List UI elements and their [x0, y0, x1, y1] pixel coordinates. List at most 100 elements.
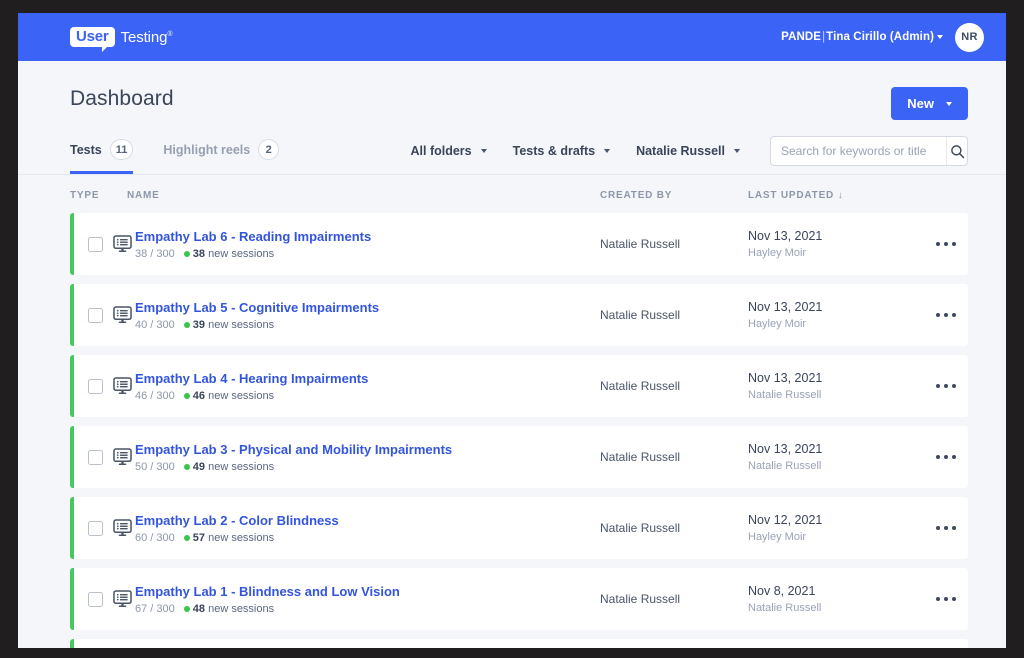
- app-viewport: User Testing® PANDE|Tina Cirillo (Admin)…: [18, 13, 1006, 648]
- row-new-sessions: 39 new sessions: [183, 319, 274, 331]
- table-row[interactable]: Empathy Lab 2 - Color Blindness 60 / 300…: [70, 497, 968, 559]
- row-type-cell: [70, 306, 132, 324]
- tab-tests-label: Tests: [70, 142, 102, 157]
- chevron-down-icon: [480, 149, 487, 153]
- row-type-cell: [70, 448, 132, 466]
- row-name-cell: Empathy Lab 5 - Cognitive Impairments 40…: [127, 299, 600, 332]
- row-actions-button[interactable]: [924, 596, 968, 602]
- test-name-link[interactable]: Empathy Lab 1 - Blindness and Low Vision: [135, 583, 600, 601]
- row-updated-by: Hayley Moir: [748, 531, 807, 543]
- row-created-by: Natalie Russell: [600, 308, 681, 322]
- test-name-link[interactable]: Empathy Lab 2 - Color Blindness: [135, 512, 600, 530]
- search-icon: [950, 144, 964, 158]
- row-meta: 67 / 300 48 new sessions: [135, 603, 600, 615]
- logo-bubble-text: User: [70, 27, 115, 52]
- filter-group: All folders Tests & drafts Natalie Russe…: [411, 136, 968, 174]
- row-actions-button[interactable]: [924, 525, 968, 531]
- row-created-by: Natalie Russell: [600, 521, 681, 535]
- search-button[interactable]: [946, 137, 967, 165]
- table-row[interactable]: Empathy Lab 4 - Hearing Impairments 46 /…: [70, 355, 968, 417]
- status-dot-icon: [183, 535, 190, 542]
- row-actions-button[interactable]: [924, 241, 968, 247]
- row-updated-by: Natalie Russell: [748, 389, 822, 401]
- filter-tests-and-drafts[interactable]: Tests & drafts: [513, 144, 611, 158]
- status-dot-icon: [183, 322, 190, 329]
- row-updated-date: Nov 13, 2021: [748, 300, 823, 314]
- row-new-sessions: 49 new sessions: [183, 461, 274, 473]
- row-actions-button[interactable]: [924, 454, 968, 460]
- filter-all-folders[interactable]: All folders: [411, 144, 487, 158]
- column-header-last-updated[interactable]: LAST UPDATED ↓: [748, 190, 924, 201]
- row-name-cell: Empathy Lab 3 - Physical and Mobility Im…: [127, 441, 600, 474]
- more-options-icon: [935, 596, 957, 602]
- table-row[interactable]: Empathy Lab 6 - Reading Impairments 38 /…: [70, 213, 968, 275]
- account-user: Tina Cirillo (Admin): [826, 31, 934, 43]
- filter-creator[interactable]: Natalie Russell: [636, 144, 740, 158]
- row-created-by: Natalie Russell: [600, 237, 681, 251]
- row-new-sessions: 57 new sessions: [183, 532, 274, 544]
- account-separator: |: [822, 31, 826, 43]
- more-options-icon: [935, 241, 957, 247]
- table-row[interactable]: Empathy Lab 5 - Cognitive Impairments 40…: [70, 284, 968, 346]
- row-last-updated: Nov 13, 2021 Natalie Russell: [748, 442, 924, 472]
- test-name-link[interactable]: Empathy Lab 6 - Reading Impairments: [135, 228, 600, 246]
- rows-container: Empathy Lab 6 - Reading Impairments 38 /…: [70, 213, 968, 630]
- test-name-link[interactable]: Empathy Lab 4 - Hearing Impairments: [135, 370, 600, 388]
- row-actions-button[interactable]: [924, 383, 968, 389]
- row-created-by: Natalie Russell: [600, 379, 681, 393]
- row-checkbox[interactable]: [88, 307, 103, 323]
- row-progress: 40 / 300: [135, 319, 175, 332]
- table-row[interactable]: Empathy Lab 1 - Blindness and Low Vision…: [70, 568, 968, 630]
- status-dot-icon: [183, 251, 190, 258]
- account-area: PANDE|Tina Cirillo (Admin) NR: [781, 22, 984, 52]
- top-navigation-bar: User Testing® PANDE|Tina Cirillo (Admin)…: [18, 13, 1006, 61]
- account-org: PANDE: [781, 31, 822, 43]
- row-updated-by: Hayley Moir: [748, 247, 807, 259]
- status-dot-icon: [183, 606, 190, 613]
- filter-creator-label: Natalie Russell: [636, 144, 725, 158]
- avatar[interactable]: NR: [955, 22, 984, 52]
- usertesting-logo[interactable]: User Testing®: [70, 27, 173, 52]
- row-meta: 50 / 300 49 new sessions: [135, 461, 600, 473]
- row-checkbox[interactable]: [88, 449, 103, 465]
- row-progress: 67 / 300: [135, 603, 175, 616]
- tab-tests[interactable]: Tests 11: [70, 137, 134, 174]
- row-last-updated: Nov 13, 2021 Natalie Russell: [748, 371, 924, 401]
- new-button[interactable]: New: [891, 87, 968, 120]
- column-header-name: NAME: [127, 190, 160, 201]
- table-row[interactable]: Empathy Lab 3 - Physical and Mobility Im…: [70, 426, 968, 488]
- status-dot-icon: [183, 464, 190, 471]
- row-progress: 60 / 300: [135, 532, 175, 545]
- column-header-type: TYPE: [70, 190, 100, 201]
- account-menu[interactable]: PANDE|Tina Cirillo (Admin): [781, 31, 943, 43]
- test-name-link[interactable]: Empathy Lab 3 - Physical and Mobility Im…: [135, 441, 600, 459]
- row-checkbox[interactable]: [88, 378, 103, 394]
- tab-highlight-reels[interactable]: Highlight reels 2: [163, 137, 280, 174]
- more-options-icon: [935, 312, 957, 318]
- search-input[interactable]: [771, 144, 946, 158]
- tab-highlight-reels-count: 2: [258, 139, 280, 160]
- chevron-down-icon: [734, 149, 740, 153]
- row-name-cell: Empathy Lab 6 - Reading Impairments 38 /…: [127, 228, 600, 261]
- row-progress: 50 / 300: [135, 461, 175, 474]
- row-meta: 60 / 300 57 new sessions: [135, 532, 600, 544]
- table-row-partial[interactable]: [70, 639, 968, 648]
- tab-highlight-reels-label: Highlight reels: [163, 142, 251, 157]
- row-updated-date: Nov 13, 2021: [748, 229, 823, 243]
- row-new-sessions: 48 new sessions: [183, 603, 274, 615]
- row-checkbox[interactable]: [88, 591, 103, 607]
- row-checkbox[interactable]: [88, 236, 103, 252]
- column-headers: TYPE NAME CREATED BY LAST UPDATED ↓: [70, 175, 968, 213]
- row-actions-button[interactable]: [924, 312, 968, 318]
- row-last-updated: Nov 12, 2021 Hayley Moir: [748, 513, 924, 543]
- row-checkbox[interactable]: [88, 520, 103, 536]
- test-name-link[interactable]: Empathy Lab 5 - Cognitive Impairments: [135, 299, 600, 317]
- row-name-cell: Empathy Lab 4 - Hearing Impairments 46 /…: [127, 370, 600, 403]
- row-type-cell: [70, 519, 132, 537]
- row-updated-date: Nov 13, 2021: [748, 442, 823, 456]
- row-type-cell: [70, 590, 132, 608]
- row-last-updated: Nov 13, 2021 Hayley Moir: [748, 300, 924, 330]
- column-header-created-by[interactable]: CREATED BY: [600, 190, 748, 201]
- logo-trademark: ®: [167, 30, 173, 38]
- row-meta: 38 / 300 38 new sessions: [135, 248, 600, 260]
